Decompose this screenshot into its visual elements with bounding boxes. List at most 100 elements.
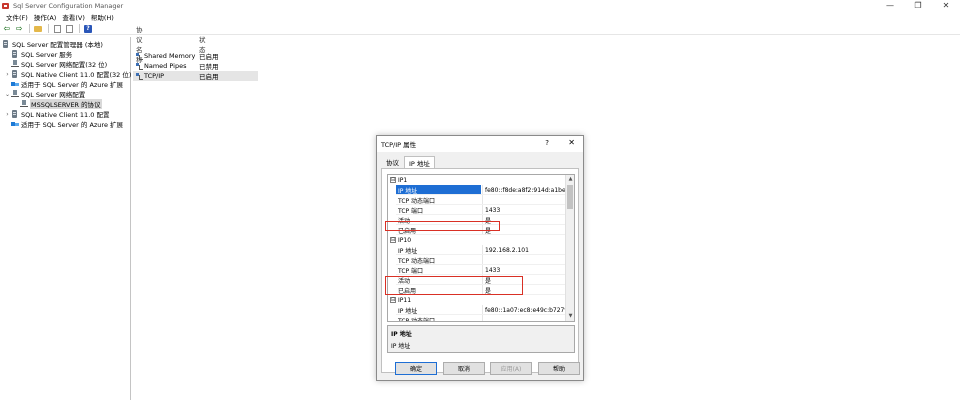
grid-category[interactable]: ⊟ IP10 bbox=[388, 235, 566, 245]
dialog-title-bar: TCP/IP 属性 ? ✕ bbox=[377, 136, 583, 152]
title-bar: Sql Server Configuration Manager — ❐ ✕ bbox=[0, 0, 960, 11]
grid-property-value[interactable]: fe80::f8de:a8f2:914d:a1be%16 bbox=[482, 185, 574, 195]
grid-category[interactable]: ⊟ IP11 bbox=[388, 295, 566, 305]
scroll-thumb[interactable] bbox=[567, 185, 573, 209]
minimize-button[interactable]: — bbox=[876, 0, 904, 11]
toolbar-divider bbox=[29, 24, 30, 33]
scroll-down-icon[interactable]: ▼ bbox=[566, 312, 574, 321]
tree-item-label: SQL Native Client 11.0 配置(32 位) bbox=[21, 71, 132, 79]
protocol-icon bbox=[136, 73, 143, 80]
properties-button[interactable] bbox=[52, 24, 62, 34]
grid-property-name: IP 地址 bbox=[398, 307, 418, 315]
window-title: Sql Server Configuration Manager bbox=[13, 1, 124, 10]
dialog-close-button[interactable]: ✕ bbox=[568, 138, 575, 147]
close-button[interactable]: ✕ bbox=[932, 0, 960, 11]
menu-action[interactable]: 操作(A) bbox=[31, 12, 60, 22]
description-text: IP 地址 bbox=[391, 343, 411, 350]
dialog-help-button[interactable]: ? bbox=[545, 139, 549, 147]
tree-item-native-client[interactable]: › SQL Native Client 11.0 配置 bbox=[4, 109, 109, 119]
grid-property-value[interactable] bbox=[482, 315, 566, 321]
grid-property-name: IP 地址 bbox=[396, 185, 481, 195]
tree-item-network-config[interactable]: ⌄ SQL Server 网络配置 bbox=[4, 89, 85, 99]
tree-item-label: 适用于 SQL Server 的 Azure 扩展 bbox=[21, 121, 124, 129]
tree-item-label: SQL Server 服务 bbox=[21, 51, 73, 59]
grid-property-name: TCP 动态端口 bbox=[398, 257, 436, 265]
description-title: IP 地址 bbox=[391, 331, 412, 338]
grid-category-label: IP11 bbox=[398, 296, 412, 304]
app-icon bbox=[2, 2, 10, 10]
menu-file[interactable]: 文件(F) bbox=[3, 12, 31, 22]
chevron-right-icon[interactable]: › bbox=[4, 111, 11, 118]
protocol-icon bbox=[136, 63, 143, 70]
grid-property-value[interactable]: 192.168.2.101 bbox=[482, 245, 566, 255]
server-icon bbox=[11, 50, 19, 58]
grid-row[interactable]: IP 地址 192.168.2.101 bbox=[388, 245, 566, 255]
dialog-buttons: 确定 取消 应用(A) 帮助 bbox=[377, 362, 585, 376]
grid-property-name: TCP 端口 bbox=[398, 267, 424, 275]
cloud-icon bbox=[11, 120, 19, 128]
list-item[interactable]: Named Pipes 已禁用 bbox=[133, 61, 258, 71]
property-description: IP 地址 IP 地址 bbox=[387, 325, 575, 353]
grid-property-value[interactable]: fe80::1a07:ec8:e49c:b727%10 bbox=[482, 305, 574, 315]
grid-row[interactable]: TCP 端口 1433 bbox=[388, 205, 566, 215]
grid-row[interactable]: IP 地址 fe80::1a07:ec8:e49c:b727%10 bbox=[388, 305, 574, 315]
tree-item-native-client-32[interactable]: › SQL Native Client 11.0 配置(32 位) bbox=[4, 69, 131, 79]
folder-icon bbox=[34, 25, 42, 32]
protocol-name: TCP/IP bbox=[144, 72, 165, 80]
help-dialog-button[interactable]: 帮助 bbox=[538, 362, 580, 375]
up-folder-button[interactable] bbox=[33, 24, 43, 34]
maximize-button[interactable]: ❐ bbox=[904, 0, 932, 11]
grid-row[interactable]: TCP 动态端口 bbox=[388, 315, 566, 322]
menu-view[interactable]: 查看(V) bbox=[59, 12, 88, 22]
protocol-status: 已启用 bbox=[199, 73, 219, 81]
window-controls: — ❐ ✕ bbox=[876, 0, 960, 11]
tab-panel: ⊟ IP1 IP 地址 fe80::f8de:a8f2:914d:a1be%16 TCP… bbox=[381, 168, 579, 373]
chevron-down-icon[interactable]: ⌄ bbox=[4, 91, 11, 98]
grid-property-name: TCP 动态端口 bbox=[398, 317, 436, 322]
menu-help[interactable]: 帮助(H) bbox=[88, 12, 117, 22]
protocol-icon bbox=[20, 100, 28, 108]
help-icon: ? bbox=[84, 24, 92, 33]
forward-arrow-icon[interactable]: ⇨ bbox=[14, 24, 24, 34]
grid-property-name: IP 地址 bbox=[398, 247, 418, 255]
grid-property-name: TCP 端口 bbox=[398, 207, 424, 215]
collapse-icon[interactable]: ⊟ bbox=[390, 237, 396, 243]
list-item[interactable]: TCP/IP 已启用 bbox=[133, 71, 258, 81]
cloud-icon bbox=[11, 80, 19, 88]
tree-item-sql-services[interactable]: SQL Server 服务 bbox=[4, 49, 72, 59]
grid-property-value[interactable]: 1433 bbox=[482, 205, 566, 215]
scroll-up-icon[interactable]: ▲ bbox=[566, 175, 574, 184]
grid-category[interactable]: ⊟ IP1 bbox=[388, 175, 566, 185]
apply-button[interactable]: 应用(A) bbox=[490, 362, 532, 375]
tree-item-label: MSSQLSERVER 的协议 bbox=[30, 99, 102, 109]
tree-item-azure-extension[interactable]: 适用于 SQL Server 的 Azure 扩展 bbox=[4, 119, 123, 129]
grid-property-value[interactable]: 1433 bbox=[482, 265, 566, 275]
tree-item-azure-extension-32[interactable]: 适用于 SQL Server 的 Azure 扩展 bbox=[4, 79, 123, 89]
grid-row[interactable]: IP 地址 fe80::f8de:a8f2:914d:a1be%16 bbox=[388, 185, 574, 195]
tree-item-label: 适用于 SQL Server 的 Azure 扩展 bbox=[21, 81, 124, 89]
grid-row[interactable]: TCP 端口 1433 bbox=[388, 265, 566, 275]
vertical-scrollbar[interactable]: ▲ ▼ bbox=[565, 175, 574, 321]
chevron-right-icon[interactable]: › bbox=[4, 71, 11, 78]
cancel-button[interactable]: 取消 bbox=[443, 362, 485, 375]
tree-root[interactable]: SQL Server 配置管理器 (本地) bbox=[2, 39, 103, 49]
grid-property-value[interactable] bbox=[482, 255, 566, 265]
protocol-name: Shared Memory bbox=[144, 52, 196, 60]
collapse-icon[interactable]: ⊟ bbox=[390, 297, 396, 303]
collapse-icon[interactable]: ⊟ bbox=[390, 177, 396, 183]
help-button[interactable]: ? bbox=[83, 24, 93, 34]
dialog-title: TCP/IP 属性 bbox=[381, 141, 417, 149]
grid-property-value[interactable] bbox=[482, 195, 566, 205]
grid-row[interactable]: TCP 动态端口 bbox=[388, 195, 566, 205]
tree-item-network-config-32[interactable]: SQL Server 网络配置(32 位) bbox=[4, 59, 107, 69]
export-button[interactable] bbox=[64, 24, 74, 34]
protocol-status: 已禁用 bbox=[199, 63, 219, 71]
tab-protocol[interactable]: 协议 bbox=[381, 156, 404, 168]
grid-row[interactable]: TCP 动态端口 bbox=[388, 255, 566, 265]
list-item[interactable]: Shared Memory 已启用 bbox=[133, 51, 258, 61]
tree-item-mssqlserver-protocols[interactable]: MSSQLSERVER 的协议 bbox=[13, 99, 102, 109]
back-arrow-icon[interactable]: ⇦ bbox=[2, 24, 12, 34]
tree-root-label: SQL Server 配置管理器 (本地) bbox=[12, 41, 103, 49]
menu-bar: 文件(F) 操作(A) 查看(V) 帮助(H) bbox=[0, 12, 117, 22]
ok-button[interactable]: 确定 bbox=[395, 362, 437, 375]
